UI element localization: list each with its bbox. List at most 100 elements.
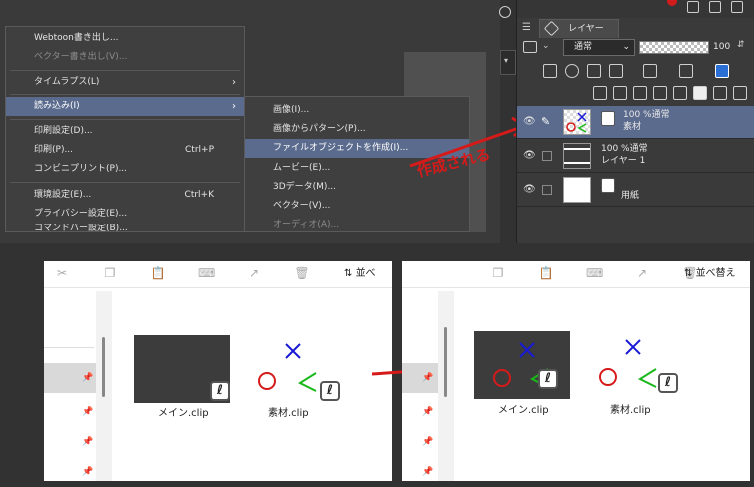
sort-button[interactable]: ⇅ 並べ替え xyxy=(684,264,736,279)
chevron-down-icon[interactable]: ⌄ xyxy=(542,41,550,51)
rename-icon[interactable]: ⌨ xyxy=(586,265,603,281)
record-icon[interactable] xyxy=(667,0,677,6)
sidebar-scrollbar[interactable] xyxy=(444,327,447,397)
pin-icon[interactable]: 📌 xyxy=(82,373,93,383)
menu-item-print-settings[interactable]: 印刷設定(D)... xyxy=(6,122,244,141)
file-name-main[interactable]: メイン.clip xyxy=(498,401,549,416)
mask-enable-icon[interactable] xyxy=(643,64,657,78)
thumbnail-sketch xyxy=(566,112,587,133)
layer-row-paper[interactable]: 👁 用紙 xyxy=(517,174,754,207)
lock-icon[interactable] xyxy=(587,64,601,78)
menu-separator xyxy=(10,70,240,71)
layer-info-line1: 100 %通常 xyxy=(623,110,670,120)
opacity-slider[interactable] xyxy=(639,41,709,54)
paste-icon[interactable]: 📋 xyxy=(150,265,166,281)
opacity-stepper[interactable]: ⇵ xyxy=(737,40,745,50)
pin-icon[interactable]: 📌 xyxy=(422,407,433,417)
sort-button[interactable]: ⇅ 並べ xyxy=(344,264,376,279)
layer-name: 用紙 xyxy=(621,191,640,201)
panel-menu-icon[interactable] xyxy=(499,6,511,18)
lock-checkbox[interactable] xyxy=(542,151,552,161)
file-name-material[interactable]: 素材.clip xyxy=(610,401,651,416)
menu-item-print[interactable]: 印刷(P)... Ctrl+P xyxy=(6,141,244,160)
mask-icon[interactable] xyxy=(693,86,707,100)
rename-icon[interactable]: ⌨ xyxy=(198,265,215,281)
paste-icon[interactable]: 📋 xyxy=(538,265,554,281)
menu-separator xyxy=(10,94,240,95)
layer-color-icon[interactable] xyxy=(715,64,729,78)
clip-layer-icon[interactable] xyxy=(543,64,557,78)
file-menu: Webtoon書き出し... ベクター書き出し(V)... タイムラプス(L) ›… xyxy=(5,26,245,232)
copy-icon[interactable]: ❐ xyxy=(102,265,118,281)
new-vector-layer-icon[interactable] xyxy=(613,86,627,100)
eye-icon[interactable]: 👁 xyxy=(523,184,536,195)
merge-icon[interactable] xyxy=(673,86,687,100)
layer-info-line1: 100 %通常 xyxy=(601,144,648,154)
menu-item-command-bar[interactable]: コマンドバー設定(B)... xyxy=(6,224,244,232)
trash-icon[interactable] xyxy=(733,86,747,100)
panel-list-icon[interactable]: ☰ xyxy=(522,22,534,34)
lock-checkbox[interactable] xyxy=(542,185,552,195)
menu-item-convenience-print[interactable]: コンビニプリント(P)... xyxy=(6,160,244,179)
layer-thumbnail xyxy=(563,143,591,169)
paper-layer-icon xyxy=(601,178,615,193)
new-folder-icon[interactable] xyxy=(633,86,647,100)
new-raster-layer-icon[interactable] xyxy=(593,86,607,100)
panel-scroll-toggle[interactable]: ▾ xyxy=(500,50,516,75)
copy-icon[interactable]: ❐ xyxy=(490,265,506,281)
clip-studio-icon: ℓ xyxy=(210,381,230,401)
pin-icon[interactable]: 📌 xyxy=(82,437,93,447)
menu-item-vector-export: ベクター書き出し(V)... xyxy=(6,48,244,67)
share-icon[interactable]: ↗ xyxy=(246,265,262,281)
menu-item-label: ベクター書き出し(V)... xyxy=(34,52,128,62)
pin-icon[interactable]: 📌 xyxy=(82,467,93,477)
opacity-value[interactable]: 100 xyxy=(713,40,730,55)
clip-studio-icon: ℓ xyxy=(658,373,678,393)
menu-item-label: 画像からパターン(P)... xyxy=(273,124,366,134)
toolbar-icon-c[interactable] xyxy=(731,1,743,13)
menu-separator xyxy=(10,182,240,183)
layer-row-layer1[interactable]: 👁 100 %通常 レイヤー 1 xyxy=(517,140,754,173)
menu-item-webtoon-export[interactable]: Webtoon書き出し... xyxy=(6,29,244,48)
menu-item-label: 3Dデータ(M)... xyxy=(273,182,337,192)
eye-icon[interactable]: 👁 xyxy=(523,150,536,161)
sidebar-scrollbar[interactable] xyxy=(102,337,105,397)
layer-name: 素材 xyxy=(623,122,642,132)
sort-label: 並べ替え xyxy=(695,268,736,279)
lock-transparent-icon[interactable] xyxy=(609,64,623,78)
menu-item-label: 印刷設定(D)... xyxy=(34,126,93,136)
menu-item-timelapse[interactable]: タイムラプス(L) › xyxy=(6,73,244,92)
submenu-arrow-icon: › xyxy=(232,101,236,112)
submenu-arrow-icon: › xyxy=(232,77,236,88)
delete-icon[interactable]: 🗑 xyxy=(294,265,310,281)
menu-item-label: 環境設定(E)... xyxy=(34,190,92,200)
layer-row-material[interactable]: 👁 ✎ 100 %通常 素材 xyxy=(517,106,754,139)
pin-icon[interactable]: 📌 xyxy=(422,437,433,447)
transfer-down-icon[interactable] xyxy=(653,86,667,100)
layer-color-swatch[interactable] xyxy=(523,41,537,53)
menu-item-preferences[interactable]: 環境設定(E)... Ctrl+K xyxy=(6,186,244,205)
tab-layer[interactable]: レイヤー xyxy=(539,19,619,38)
menu-item-label: コマンドバー設定(B)... xyxy=(34,224,128,232)
menu-item-privacy[interactable]: プライバシー設定(E)... xyxy=(6,205,244,224)
shortcut-label: Ctrl+K xyxy=(184,190,214,200)
share-icon[interactable]: ↗ xyxy=(634,265,650,281)
reference-layer-icon[interactable] xyxy=(565,64,579,78)
file-name-material[interactable]: 素材.clip xyxy=(268,404,309,419)
panel-top-toolbar xyxy=(499,0,754,18)
file-name-main[interactable]: メイン.clip xyxy=(158,404,209,419)
mask-link-icon[interactable] xyxy=(713,86,727,100)
menu-item-label: 読み込み(I) xyxy=(34,101,80,111)
blend-mode-select[interactable]: 通常 ⌄ xyxy=(563,39,635,56)
toolbar-icon-a[interactable] xyxy=(687,1,699,13)
pin-icon[interactable]: 📌 xyxy=(422,467,433,477)
pin-icon[interactable]: 📌 xyxy=(422,373,433,383)
menu-item-import[interactable]: 読み込み(I) › xyxy=(6,97,244,116)
file-thumbnail-main[interactable] xyxy=(474,331,570,399)
submenu-item-vector[interactable]: ベクター(V)... xyxy=(245,197,469,216)
eye-icon[interactable]: 👁 xyxy=(523,116,536,127)
pin-icon[interactable]: 📌 xyxy=(82,407,93,417)
cut-icon[interactable]: ✂ xyxy=(54,265,70,281)
toolbar-icon-b[interactable] xyxy=(709,1,721,13)
mask-area-icon[interactable] xyxy=(679,64,693,78)
